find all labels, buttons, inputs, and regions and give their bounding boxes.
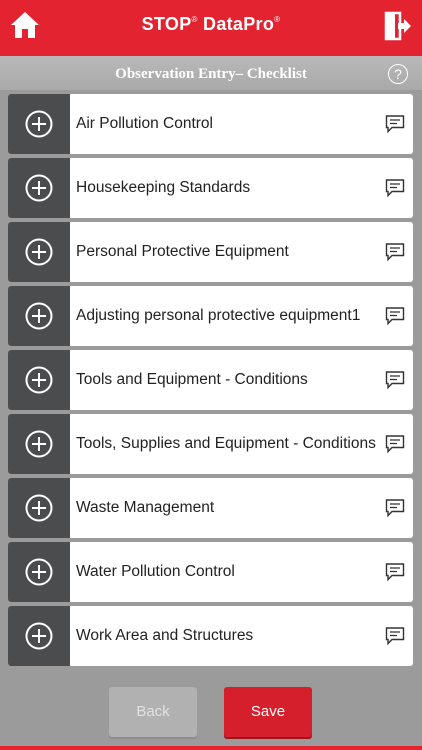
list-item-label: Work Area and Structures (76, 627, 254, 644)
comment-icon (385, 371, 405, 390)
plus-circle-icon (25, 366, 53, 394)
logout-button[interactable] (384, 11, 412, 41)
list-item[interactable]: Waste Management (8, 478, 413, 538)
app-brand: STOP® DataPro® (141, 14, 281, 34)
plus-circle-icon (25, 174, 53, 202)
logout-icon (384, 11, 411, 41)
comment-button[interactable] (385, 562, 405, 582)
expand-button[interactable] (8, 350, 70, 410)
plus-circle-icon (25, 622, 53, 650)
expand-button[interactable] (8, 478, 70, 538)
plus-circle-icon (25, 430, 53, 458)
comment-icon (385, 563, 405, 582)
plus-circle-icon (25, 302, 53, 330)
list-item-label: Personal Protective Equipment (76, 243, 289, 260)
list-item-label: Water Pollution Control (76, 563, 235, 580)
list-item[interactable]: Work Area and Structures (8, 606, 413, 666)
comment-button[interactable] (385, 114, 405, 134)
plus-circle-icon (25, 558, 53, 586)
comment-button[interactable] (385, 178, 405, 198)
list-item[interactable]: Air Pollution Control (8, 94, 413, 154)
page-title: Observation Entry– Checklist (115, 66, 307, 82)
back-button[interactable]: Back (109, 687, 197, 737)
plus-circle-icon (25, 238, 53, 266)
top-bar: STOP® DataPro® (0, 0, 422, 56)
expand-button[interactable] (8, 158, 70, 218)
expand-button[interactable] (8, 414, 70, 474)
help-icon[interactable]: ? (388, 64, 408, 84)
expand-button[interactable] (8, 542, 70, 602)
list-item[interactable]: Housekeeping Standards (8, 158, 413, 218)
comment-icon (385, 499, 405, 518)
plus-circle-icon (25, 110, 53, 138)
comment-button[interactable] (385, 242, 405, 262)
list-item[interactable]: Tools, Supplies and Equipment - Conditio… (8, 414, 413, 474)
list-item[interactable]: Personal Protective Equipment (8, 222, 413, 282)
expand-button[interactable] (8, 286, 70, 346)
list-item-label: Waste Management (76, 499, 215, 516)
list-item-label: Air Pollution Control (76, 115, 213, 132)
sub-header: Observation Entry– Checklist ? (0, 56, 422, 90)
comment-button[interactable] (385, 370, 405, 390)
list-item-label: Housekeeping Standards (76, 179, 251, 196)
expand-button[interactable] (8, 94, 70, 154)
plus-circle-icon (25, 494, 53, 522)
comment-button[interactable] (385, 626, 405, 646)
expand-button[interactable] (8, 606, 70, 666)
bottom-accent-bar (0, 746, 422, 750)
list-item[interactable]: Tools and Equipment - Conditions (8, 350, 413, 410)
save-button[interactable]: Save (224, 687, 312, 737)
comment-button[interactable] (385, 306, 405, 326)
expand-button[interactable] (8, 222, 70, 282)
comment-icon (385, 627, 405, 646)
brand-name: STOP (141, 14, 192, 34)
list-item[interactable]: Adjusting personal protective equipment1 (8, 286, 413, 346)
comment-button[interactable] (385, 434, 405, 454)
brand-suffix: DataPro (203, 14, 275, 34)
comment-icon (385, 307, 405, 326)
list-item-label: Tools and Equipment - Conditions (76, 371, 308, 388)
comment-button[interactable] (385, 498, 405, 518)
list-item[interactable]: Water Pollution Control (8, 542, 413, 602)
comment-icon (385, 435, 405, 454)
checklist: Air Pollution Control Housekeeping Stand… (8, 94, 413, 670)
comment-icon (385, 179, 405, 198)
list-item-label: Adjusting personal protective equipment1 (76, 307, 361, 324)
list-item-label: Tools, Supplies and Equipment - Conditio… (76, 435, 376, 452)
comment-icon (385, 243, 405, 262)
comment-icon (385, 115, 405, 134)
